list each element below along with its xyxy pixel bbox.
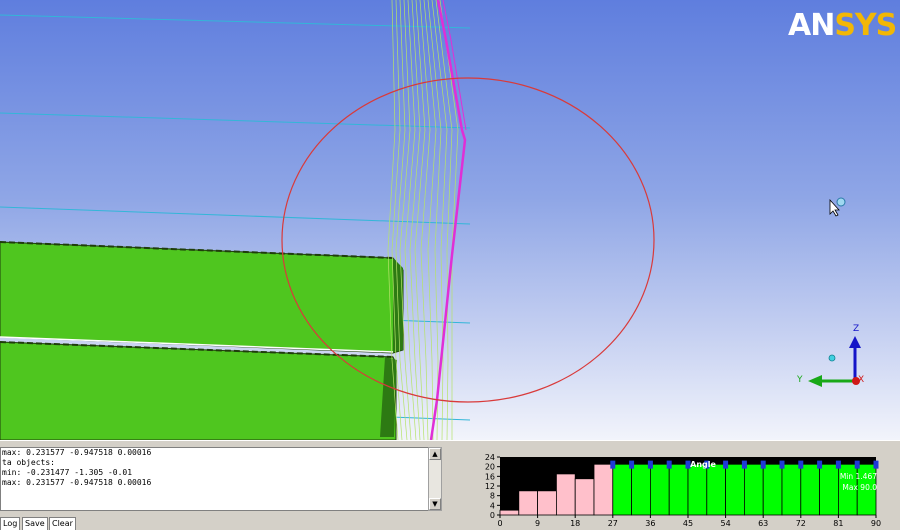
histogram-bar bbox=[518, 490, 538, 516]
histogram-marker bbox=[610, 460, 616, 469]
histogram-bar bbox=[668, 463, 689, 516]
tab-clear[interactable]: Clear bbox=[49, 517, 76, 530]
mesh-scene: Z Y X bbox=[0, 0, 864, 440]
logo-text-sys: SYS bbox=[834, 8, 897, 43]
axis-y-label: Y bbox=[796, 375, 803, 385]
histogram-bar bbox=[499, 509, 520, 516]
histogram-max-label: Max 90.0 bbox=[842, 483, 877, 492]
histogram-marker bbox=[741, 460, 747, 469]
green-block-upper bbox=[0, 241, 404, 354]
x-tick-label: 18 bbox=[570, 519, 580, 528]
tab-log[interactable]: Log bbox=[0, 517, 21, 530]
x-tick-label: 0 bbox=[497, 519, 502, 528]
x-tick-label: 72 bbox=[796, 519, 806, 528]
console-line: max: 0.231577 -0.947518 0.00016 bbox=[2, 478, 152, 487]
y-tick-label: 8 bbox=[490, 492, 495, 501]
x-tick-label: 81 bbox=[833, 519, 843, 528]
histogram-bar bbox=[781, 463, 802, 516]
histogram-bar bbox=[649, 463, 670, 516]
console-scrollbar[interactable]: ▲ ▼ bbox=[428, 447, 442, 511]
histogram-marker bbox=[629, 460, 635, 469]
histogram-bar bbox=[706, 463, 727, 516]
histogram-bar bbox=[574, 478, 595, 516]
histogram-bar bbox=[725, 463, 745, 516]
y-tick-label: 0 bbox=[490, 511, 495, 520]
histogram-bar bbox=[743, 463, 764, 516]
console-line: ta objects: bbox=[2, 458, 55, 467]
histogram-bar bbox=[556, 473, 576, 516]
histogram-bar bbox=[612, 463, 633, 516]
histogram-min-label: Min 1.467 bbox=[840, 472, 877, 481]
histogram-marker bbox=[760, 460, 766, 469]
rotate-cursor-icon bbox=[829, 197, 846, 217]
y-tick-label: 24 bbox=[485, 453, 495, 462]
y-tick-label: 20 bbox=[485, 463, 495, 472]
selection-circle bbox=[281, 77, 655, 403]
x-tick-label: 45 bbox=[683, 519, 693, 528]
histogram-bar bbox=[593, 463, 614, 516]
x-tick-label: 63 bbox=[758, 519, 768, 528]
histogram-marker bbox=[798, 460, 804, 469]
green-block-lower bbox=[0, 336, 397, 440]
message-console[interactable]: max: 0.231577 -0.947518 0.00016 ta objec… bbox=[0, 447, 430, 511]
x-tick-label: 54 bbox=[721, 519, 731, 528]
histogram-marker bbox=[854, 460, 860, 469]
scroll-down-arrow-icon[interactable]: ▼ bbox=[429, 498, 441, 510]
histogram-bar bbox=[800, 463, 820, 516]
graphics-viewport[interactable]: Z Y X ANSYS bbox=[0, 0, 900, 440]
axis-triad-icon: Z Y X bbox=[796, 324, 864, 387]
ansys-logo: ANSYS bbox=[788, 8, 897, 43]
histogram-marker bbox=[873, 460, 879, 469]
histogram-title: Angle bbox=[690, 460, 716, 469]
x-tick-label: 36 bbox=[645, 519, 655, 528]
histogram-bar bbox=[687, 463, 708, 516]
console-line: max: 0.231577 -0.947518 0.00016 bbox=[2, 448, 152, 457]
bottom-panel: max: 0.231577 -0.947518 0.00016 ta objec… bbox=[0, 440, 900, 530]
histogram-marker bbox=[723, 460, 729, 469]
histogram-marker bbox=[817, 460, 823, 469]
y-tick-label: 16 bbox=[485, 472, 495, 481]
histogram-marker bbox=[779, 460, 785, 469]
logo-text-an: AN bbox=[788, 8, 835, 43]
axis-z-label: Z bbox=[853, 324, 859, 334]
histogram-bar bbox=[537, 490, 557, 516]
x-tick-label: 27 bbox=[608, 519, 618, 528]
x-tick-label: 9 bbox=[535, 519, 540, 528]
quality-histogram[interactable]: 04812162024 0 9 18 27 36 45 54 63 72 81 90 Angle Min … bbox=[476, 451, 900, 529]
y-tick-label: 12 bbox=[485, 482, 495, 491]
axis-x-label: X bbox=[858, 375, 864, 385]
console-line: min: -0.231477 -1.305 -0.01 bbox=[2, 468, 133, 477]
histogram-bar bbox=[631, 463, 651, 516]
histogram-marker bbox=[835, 460, 841, 469]
tab-save[interactable]: Save bbox=[22, 517, 48, 530]
histogram-marker bbox=[647, 460, 653, 469]
wireframe-lines bbox=[387, 0, 459, 440]
histogram-bar bbox=[762, 463, 783, 516]
scroll-up-arrow-icon[interactable]: ▲ bbox=[429, 448, 441, 460]
histogram-bar bbox=[819, 463, 839, 516]
histogram-marker bbox=[666, 460, 672, 469]
x-tick-label: 90 bbox=[871, 519, 881, 528]
y-tick-label: 4 bbox=[490, 501, 495, 510]
